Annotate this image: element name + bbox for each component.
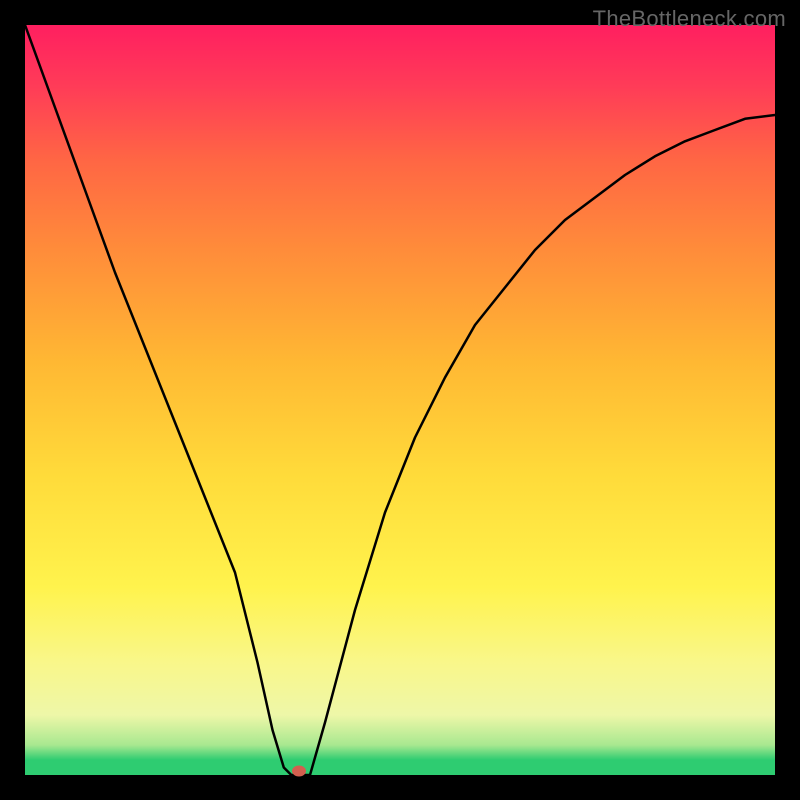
bottleneck-curve bbox=[25, 25, 775, 775]
watermark-text: TheBottleneck.com bbox=[593, 6, 786, 32]
chart-area bbox=[25, 25, 775, 775]
optimal-marker bbox=[292, 766, 306, 777]
